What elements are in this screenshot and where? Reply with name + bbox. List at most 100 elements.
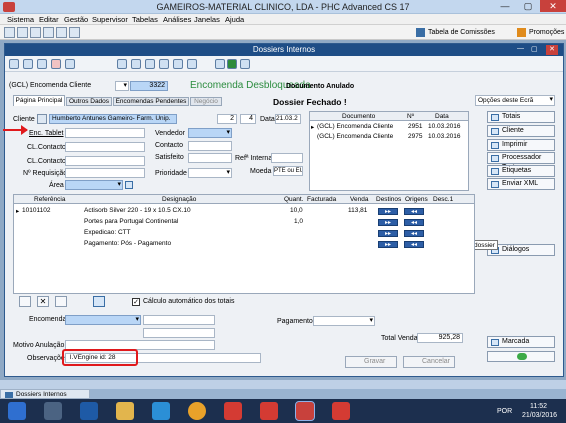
origens-button[interactable]: ◂◂ xyxy=(404,241,424,248)
encomenda-extra-field[interactable] xyxy=(143,315,215,325)
encomenda-extra-field-2[interactable] xyxy=(143,328,215,338)
print-icon[interactable] xyxy=(43,27,54,38)
tab-encomendas-pendentes[interactable]: Encomendas Pendentes xyxy=(113,97,189,106)
menu-gestao[interactable]: Gestão xyxy=(64,15,88,24)
menu-editar[interactable]: Editar xyxy=(39,15,59,24)
cliente-button[interactable]: Cliente xyxy=(487,125,555,137)
calc-auto-checkbox[interactable]: ✓ xyxy=(132,298,140,306)
destinos-button[interactable]: ▸▸ xyxy=(378,230,398,237)
encomenda-select[interactable] xyxy=(65,315,141,325)
destinos-button[interactable]: ▸▸ xyxy=(378,208,398,215)
menu-supervisor[interactable]: Supervisor xyxy=(92,15,128,24)
maximize-button[interactable]: ▢ xyxy=(517,0,539,12)
duplicate-icon[interactable] xyxy=(65,59,75,69)
table-row[interactable]: Pagamento: Pós - Pagamento ▸▸ ◂◂ xyxy=(14,240,474,249)
etiquetas-button[interactable]: Etiquetas xyxy=(487,165,555,177)
add-line-icon[interactable] xyxy=(19,296,31,307)
calendar-icon[interactable] xyxy=(69,27,80,38)
related-doc-row[interactable]: (GCL) Encomenda Cliente 2975 10.03.2016 xyxy=(310,133,468,142)
marcada-button[interactable]: Marcada xyxy=(487,336,555,348)
destinos-button[interactable]: ▸▸ xyxy=(378,219,398,226)
print-icon[interactable] xyxy=(187,59,197,69)
vendedor-select[interactable] xyxy=(188,128,232,138)
table-row[interactable]: ▸ 10101102 Actisorb Silver 220 - 19 x 10… xyxy=(14,207,474,216)
menu-ajuda[interactable]: Ajuda xyxy=(225,15,244,24)
first-record-icon[interactable] xyxy=(117,59,127,69)
minimize-button[interactable]: — xyxy=(494,0,516,12)
edit-icon[interactable] xyxy=(37,59,47,69)
gravar-button[interactable]: Gravar xyxy=(345,356,397,368)
filter-icon[interactable] xyxy=(173,59,183,69)
search-icon[interactable] xyxy=(56,27,67,38)
cl-contacto-field-1[interactable] xyxy=(65,142,145,152)
imprimir-button[interactable]: Imprimir xyxy=(487,139,555,151)
menu-janelas[interactable]: Janelas xyxy=(194,15,220,24)
enviar-xml-button[interactable]: Enviar XML xyxy=(487,178,555,190)
pagamento-select[interactable] xyxy=(313,316,375,326)
requisicao-field[interactable] xyxy=(65,168,145,178)
info-icon[interactable] xyxy=(215,59,225,69)
commission-table-link[interactable]: Tabela de Comissões xyxy=(428,29,495,36)
menu-analises[interactable]: Análises xyxy=(163,15,191,24)
server-manager-icon[interactable] xyxy=(44,402,62,420)
promotions-link[interactable]: Promoções xyxy=(529,29,564,36)
confirm-green-button[interactable] xyxy=(487,351,555,362)
file-explorer-icon[interactable] xyxy=(116,402,134,420)
phc-icon[interactable] xyxy=(295,401,315,421)
origens-button[interactable]: ◂◂ xyxy=(404,208,424,215)
window-minimize-button[interactable]: — xyxy=(517,45,527,54)
tab-outros-dados[interactable]: Outros Dados xyxy=(66,97,112,106)
cliente-number-field[interactable]: 2 xyxy=(217,114,237,124)
delete-icon[interactable] xyxy=(51,59,61,69)
prioridade-select[interactable] xyxy=(188,168,232,178)
cancelar-button[interactable]: Cancelar xyxy=(403,356,455,368)
table-row[interactable]: Expedicao: CTT ▸▸ ◂◂ xyxy=(14,229,474,238)
tab-pagina-principal[interactable]: Página Principal xyxy=(13,95,65,106)
satisfeito-field[interactable] xyxy=(188,153,232,163)
folder-icon[interactable] xyxy=(55,296,67,307)
data-field[interactable]: 21.03.2 xyxy=(275,114,301,124)
app-red-icon-1[interactable] xyxy=(224,402,242,420)
open-window-tab[interactable]: Dossiers Internos xyxy=(0,389,90,399)
previous-record-icon[interactable] xyxy=(131,59,141,69)
delete-line-icon[interactable]: ✕ xyxy=(37,296,49,307)
window-close-button[interactable]: ✕ xyxy=(546,45,558,55)
save-icon[interactable] xyxy=(30,27,41,38)
new-icon[interactable] xyxy=(4,27,15,38)
screen-options-select[interactable]: Opções deste Ecrã xyxy=(475,95,555,106)
cliente-lookup-icon[interactable] xyxy=(37,114,47,124)
excel-icon[interactable] xyxy=(227,59,237,69)
ref-interna-field[interactable] xyxy=(271,153,303,163)
last-record-icon[interactable] xyxy=(159,59,169,69)
cl-contacto-field-2[interactable] xyxy=(65,156,145,166)
close-button[interactable]: ✕ xyxy=(540,0,566,12)
doc-type-select[interactable] xyxy=(115,81,129,91)
app-red-icon-2[interactable] xyxy=(260,402,278,420)
moeda-field[interactable]: PTE ou EURO xyxy=(273,166,303,176)
area-lookup-icon[interactable] xyxy=(125,181,133,189)
totais-button[interactable]: Totais xyxy=(487,111,555,123)
app-red-icon-3[interactable] xyxy=(332,402,350,420)
language-indicator[interactable]: POR xyxy=(497,408,512,415)
window-maximize-button[interactable]: ▢ xyxy=(531,45,541,54)
start-icon[interactable] xyxy=(8,402,26,420)
ie-icon[interactable] xyxy=(152,402,170,420)
table-row[interactable]: Portes para Portugal Continental 1,0 ▸▸ … xyxy=(14,218,474,227)
destinos-button[interactable]: ▸▸ xyxy=(378,241,398,248)
help-icon[interactable] xyxy=(240,59,250,69)
search-icon[interactable] xyxy=(9,59,19,69)
new-record-icon[interactable] xyxy=(23,59,33,69)
doc-number-field[interactable]: 3322 xyxy=(130,81,168,91)
contacto-field[interactable] xyxy=(188,141,232,151)
menu-tabelas[interactable]: Tabelas xyxy=(132,15,158,24)
next-record-icon[interactable] xyxy=(145,59,155,69)
powershell-icon[interactable] xyxy=(80,402,98,420)
processador-texto-button[interactable]: Processador Texto xyxy=(487,152,555,171)
open-icon[interactable] xyxy=(17,27,28,38)
origens-button[interactable]: ◂◂ xyxy=(404,219,424,226)
menu-sistema[interactable]: Sistema xyxy=(7,15,34,24)
cliente-establishment-field[interactable]: 4 xyxy=(240,114,256,124)
area-select[interactable] xyxy=(65,180,123,190)
origens-button[interactable]: ◂◂ xyxy=(404,230,424,237)
chrome-icon[interactable] xyxy=(188,402,206,420)
